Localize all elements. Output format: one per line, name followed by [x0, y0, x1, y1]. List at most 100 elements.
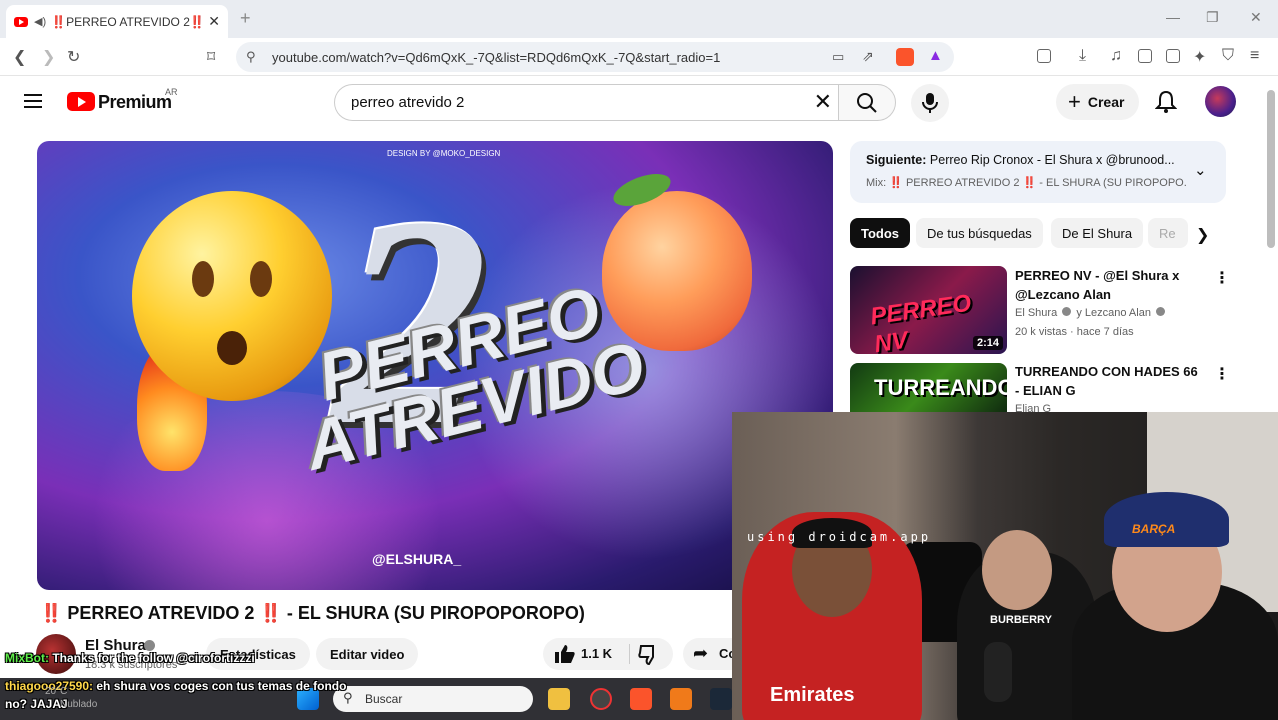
- youtube-premium-brand[interactable]: Premium: [98, 92, 172, 113]
- verified-badge-icon: [1156, 307, 1166, 316]
- edit-video-button[interactable]: Editar video: [316, 638, 419, 670]
- sidebar-toggle-icon[interactable]: [1037, 49, 1051, 63]
- up-next-panel[interactable]: Siguiente: Perreo Rip Cronox - El Shura …: [850, 141, 1226, 203]
- chat-username: MixBot:: [5, 651, 49, 665]
- chat-message: eh shura vos coges con tus temas de fond…: [96, 679, 347, 693]
- music-icon[interactable]: ♫: [1110, 47, 1122, 65]
- page-scrollbar[interactable]: [1267, 90, 1275, 248]
- create-label: Crear: [1087, 94, 1125, 110]
- youtube-logo-icon[interactable]: [67, 92, 95, 111]
- jersey-text: Emirates: [770, 684, 855, 706]
- youtube-favicon-icon: [14, 16, 28, 27]
- hamburger-menu-icon[interactable]: [24, 94, 42, 108]
- back-icon[interactable]: ❮: [13, 47, 26, 67]
- clear-search-icon[interactable]: ✕: [814, 91, 832, 113]
- leo-ai-icon[interactable]: ✦: [1193, 47, 1206, 67]
- window-close-icon[interactable]: ✕: [1250, 9, 1262, 26]
- browser-toolbar: ❮ ❯ ↻ ⌑ ⚲ youtube.com/watch?v=Qd6mQxK_-7…: [0, 38, 1278, 76]
- wallet-icon[interactable]: [1166, 49, 1180, 63]
- up-next-label: Siguiente:: [866, 153, 927, 167]
- download-icon[interactable]: ⤓: [1079, 47, 1086, 65]
- microphone-stand-icon: [984, 642, 1012, 702]
- url-text: youtube.com/watch?v=Qd6mQxK_-7Q&list=RDQ…: [272, 50, 721, 65]
- address-bar[interactable]: ⚲ youtube.com/watch?v=Qd6mQxK_-7Q&list=R…: [236, 42, 954, 72]
- webcam-watermark: using droidcam.app: [747, 530, 932, 544]
- search-button[interactable]: [838, 84, 896, 121]
- restore-icon[interactable]: ❐: [1206, 9, 1219, 26]
- browser-menu-icon[interactable]: ≡: [1250, 47, 1259, 65]
- recommendation-title[interactable]: TURREANDO CON HADES 66 - ELIAN G: [1015, 362, 1205, 400]
- more-options-icon[interactable]: ⋮: [1214, 364, 1230, 384]
- chip-related[interactable]: Re: [1148, 218, 1188, 248]
- search-box[interactable]: perreo atrevido 2 ✕: [334, 84, 838, 121]
- file-explorer-icon[interactable]: [548, 688, 570, 710]
- recommendation-channel[interactable]: El Shura: [1015, 307, 1057, 319]
- recommendation-channel[interactable]: Elian G: [1015, 403, 1051, 412]
- brave-rewards-icon[interactable]: ▲: [928, 47, 943, 64]
- notifications-bell-icon[interactable]: [1155, 90, 1177, 114]
- recommendation-channel-extra[interactable]: y Lezcano Alan: [1076, 307, 1151, 319]
- verified-badge-icon: [1062, 307, 1072, 316]
- vpn-icon[interactable]: ⛉: [1222, 47, 1234, 65]
- cap-text: BARÇA: [1132, 522, 1176, 536]
- taskbar-search[interactable]: ⚲ Buscar: [333, 686, 533, 712]
- voice-search-button[interactable]: [911, 84, 949, 122]
- minimize-icon[interactable]: —: [1166, 9, 1180, 25]
- app-icon[interactable]: [590, 688, 612, 710]
- up-next-title: Perreo Rip Cronox - El Shura x @brunood.…: [929, 153, 1175, 167]
- search-input[interactable]: perreo atrevido 2: [351, 94, 464, 111]
- user-avatar[interactable]: [1205, 86, 1236, 117]
- chevron-right-icon[interactable]: ❯: [1196, 225, 1209, 245]
- create-button[interactable]: + Crear: [1056, 84, 1139, 120]
- recommendation-thumbnail[interactable]: PERREO NV 2:14: [850, 266, 1007, 354]
- chip-from-searches[interactable]: De tus búsquedas: [916, 218, 1043, 248]
- site-info-icon[interactable]: ⚲: [246, 49, 256, 65]
- video-duration: 2:14: [972, 336, 1003, 350]
- edit-video-label: Editar video: [330, 646, 405, 662]
- chat-line-1: MixBot: Thanks for the follow @ciroforti…: [5, 651, 255, 665]
- brave-browser-icon[interactable]: [630, 688, 652, 710]
- reload-icon[interactable]: ↻: [67, 47, 80, 67]
- share-page-icon[interactable]: ⇗: [862, 48, 874, 65]
- weather-temp: 20°C: [45, 686, 68, 697]
- recommendation-channel-line: El Shura y Lezcano Alan: [1015, 307, 1166, 319]
- reading-list-icon[interactable]: [1138, 49, 1152, 63]
- chip-from-channel[interactable]: De El Shura: [1051, 218, 1144, 248]
- speaker-icon[interactable]: ◀): [34, 15, 46, 28]
- like-icon[interactable]: [554, 644, 576, 664]
- country-code: AR: [165, 87, 178, 97]
- cast-icon[interactable]: ▭: [832, 49, 844, 65]
- chevron-down-icon[interactable]: ⌄: [1194, 161, 1207, 179]
- new-tab-icon[interactable]: +: [240, 8, 251, 29]
- more-options-icon[interactable]: ⋮: [1214, 268, 1230, 288]
- recommendation-thumbnail[interactable]: TURREANDO: [850, 363, 1007, 413]
- like-count: 1.1 K: [581, 646, 613, 661]
- chat-message: Thanks for the follow @cirofortizzzi: [52, 651, 255, 665]
- recommendation-thumb-text: TURREANDO: [874, 375, 1007, 400]
- dislike-icon[interactable]: [638, 645, 660, 665]
- shirt-text: BURBERRY: [990, 614, 1052, 626]
- microphone-icon: [922, 93, 938, 113]
- verified-badge-icon: [144, 640, 155, 651]
- taskbar-search-label: Buscar: [365, 692, 403, 706]
- recommendation-meta: 20 k vistas · hace 7 días: [1015, 326, 1134, 338]
- brave-shields-icon[interactable]: [896, 48, 914, 66]
- fl-studio-icon[interactable]: [670, 688, 692, 710]
- video-title: ‼️ PERREO ATREVIDO 2 ‼️ - EL SHURA (SU P…: [40, 603, 585, 623]
- close-tab-icon[interactable]: ✕: [208, 13, 220, 30]
- bookmark-icon[interactable]: ⌑: [207, 47, 215, 67]
- plus-icon: +: [1068, 89, 1081, 114]
- search-icon: [857, 93, 877, 113]
- thumbnail-handle: @ELSHURA_: [372, 551, 462, 567]
- chat-line-3: no? JAJAJ: [5, 697, 68, 711]
- video-player[interactable]: 2 PERREO ATREVIDO DESIGN BY @MOKO_DESIGN…: [37, 141, 833, 590]
- divider: [629, 644, 630, 664]
- mix-line: Mix: ‼️ PERREO ATREVIDO 2 ‼️ - EL SHURA …: [866, 177, 1186, 189]
- browser-tab-active[interactable]: ◀) ‼️PERREO ATREVIDO 2‼️ - EL SHURA ✕: [6, 5, 228, 38]
- chip-all[interactable]: Todos: [850, 218, 911, 248]
- steam-icon[interactable]: [710, 688, 732, 710]
- browser-tab-strip: ◀) ‼️PERREO ATREVIDO 2‼️ - EL SHURA ✕ + …: [0, 0, 1278, 38]
- thumbnail-design-credit: DESIGN BY @MOKO_DESIGN: [387, 149, 501, 158]
- forward-icon[interactable]: ❯: [42, 47, 55, 67]
- recommendation-title[interactable]: PERREO NV - @El Shura x @Lezcano Alan: [1015, 266, 1205, 304]
